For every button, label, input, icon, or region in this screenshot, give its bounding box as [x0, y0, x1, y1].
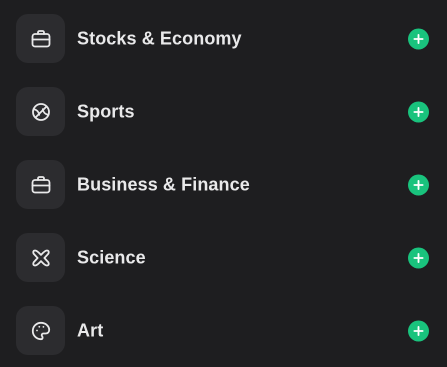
- add-topic-button[interactable]: [408, 28, 429, 50]
- plus-icon: [413, 179, 424, 191]
- plus-icon: [413, 325, 424, 337]
- plus-icon: [413, 106, 424, 118]
- add-topic-button[interactable]: [408, 320, 429, 342]
- plus-icon: [413, 33, 424, 45]
- topic-row-sports[interactable]: Sports: [0, 87, 447, 137]
- sports-ball-icon: [31, 102, 50, 121]
- topic-row-stocks-economy[interactable]: Stocks & Economy: [0, 14, 447, 64]
- topic-label: Art: [77, 320, 104, 341]
- topic-label: Science: [77, 247, 146, 268]
- topic-label: Sports: [77, 101, 135, 122]
- add-topic-button[interactable]: [408, 247, 429, 269]
- topic-icon-tile: [16, 306, 65, 355]
- topic-icon-tile: [16, 87, 65, 136]
- topic-row-business-finance[interactable]: Business & Finance: [0, 160, 447, 210]
- palette-icon: [31, 321, 50, 340]
- topic-label: Stocks & Economy: [77, 28, 242, 49]
- topic-row-art[interactable]: Art: [0, 306, 447, 356]
- atom-icon: [31, 249, 50, 266]
- topic-icon-tile: [16, 233, 65, 282]
- topic-list: Stocks & Economy Sports Business & Finan…: [0, 0, 447, 367]
- topic-label: Business & Finance: [77, 174, 250, 195]
- briefcase-icon: [31, 29, 50, 47]
- add-topic-button[interactable]: [408, 174, 429, 196]
- topic-icon-tile: [16, 14, 65, 63]
- add-topic-button[interactable]: [408, 101, 429, 123]
- plus-icon: [413, 252, 424, 264]
- topic-row-science[interactable]: Science: [0, 233, 447, 283]
- briefcase-icon: [31, 175, 50, 193]
- topic-icon-tile: [16, 160, 65, 209]
